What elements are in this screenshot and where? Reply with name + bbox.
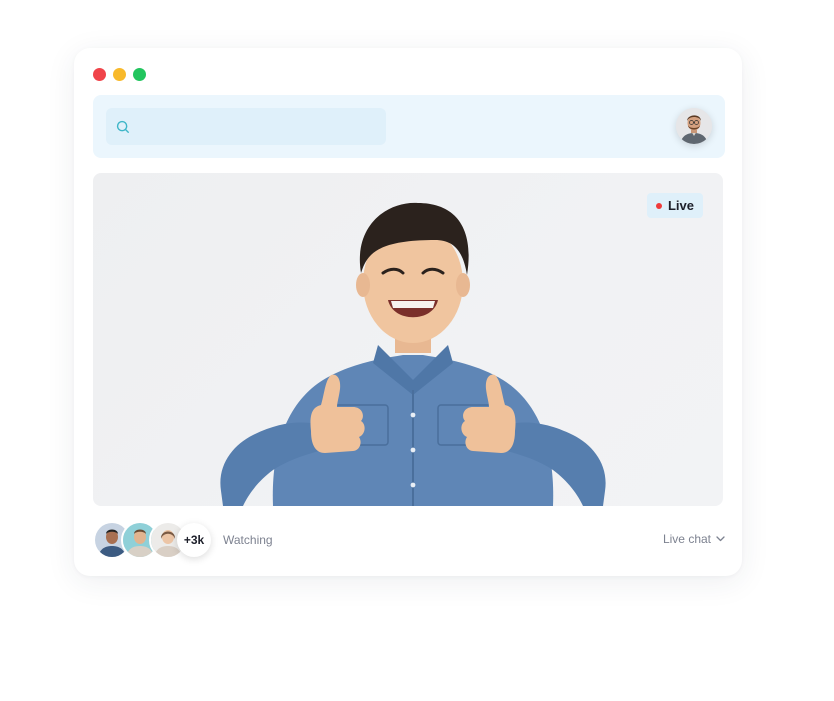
maximize-window-button[interactable] [133,68,146,81]
search-input[interactable] [130,107,386,146]
user-avatar[interactable] [676,108,712,144]
search-box[interactable] [106,107,386,146]
live-label: Live [667,198,694,213]
live-chat-toggle[interactable]: Live chat [663,532,725,546]
presenter-image [220,202,606,506]
live-badge: Live [646,193,703,218]
watching-label: Watching [223,533,273,547]
live-video[interactable]: Live [93,173,723,506]
video-footer: +3k Watching Live chat [93,520,725,560]
window-controls [93,68,146,81]
minimize-window-button[interactable] [113,68,126,81]
live-indicator-dot [655,202,662,209]
chevron-down-icon [716,536,725,542]
app-window: Live +3k Watching Live chat [74,48,742,576]
top-bar [93,95,725,158]
search-icon [116,120,129,133]
live-chat-label: Live chat [662,532,711,546]
viewers-group[interactable]: +3k Watching [93,521,273,559]
close-window-button[interactable] [93,68,106,81]
viewer-count-badge: +3k [177,523,211,557]
page: Live +3k Watching Live chat [0,0,834,701]
